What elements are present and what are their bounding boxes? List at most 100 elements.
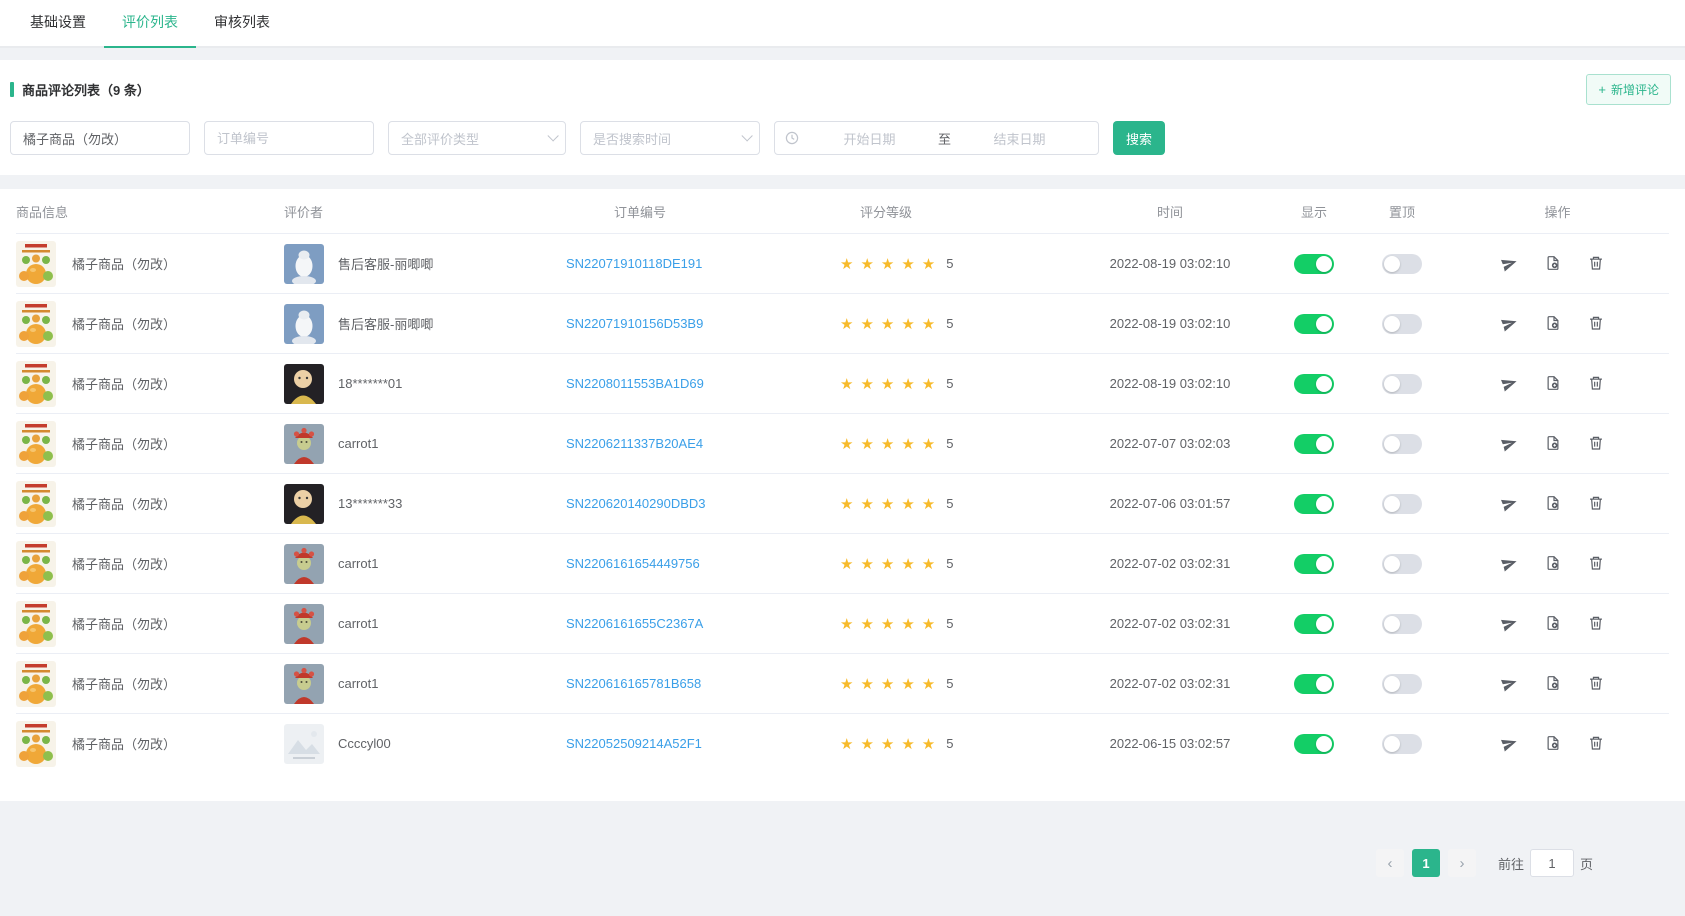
order-number-link[interactable]: SN22071910118DE191 [566, 256, 702, 271]
display-toggle[interactable] [1294, 674, 1334, 694]
product-name: 橘子商品（勿改） [72, 434, 176, 453]
pin-toggle[interactable] [1382, 374, 1422, 394]
sculpture-avatar [284, 244, 324, 284]
order-number-link[interactable]: SN2206211337B20AE4 [566, 436, 703, 451]
delete-icon[interactable] [1588, 315, 1604, 332]
copy-file-icon[interactable] [1545, 675, 1561, 692]
send-icon[interactable] [1501, 555, 1518, 572]
copy-file-icon[interactable] [1545, 495, 1561, 512]
red-crown-avatar [284, 604, 324, 644]
delete-icon[interactable] [1588, 375, 1604, 392]
product-image [16, 421, 56, 467]
table-row: 橘子商品（勿改） 售后客服-丽唧唧 SN22071910118DE191 ★★★… [16, 233, 1669, 293]
table-row: 橘子商品（勿改） carrot1 SN2206161654449756 ★★★★… [16, 533, 1669, 593]
prev-page-button[interactable]: ‹ [1376, 849, 1404, 877]
reviewer-name: 18*******01 [338, 376, 402, 391]
order-number-input[interactable] [204, 121, 374, 155]
search-button[interactable]: 搜索 [1113, 121, 1165, 155]
display-toggle[interactable] [1294, 374, 1334, 394]
pin-toggle[interactable] [1382, 314, 1422, 334]
star-rating-icons: ★★★★★ [840, 735, 942, 753]
order-number-link[interactable]: SN2206161654449756 [566, 556, 700, 571]
star-rating-icons: ★★★★★ [840, 255, 942, 273]
filter-row: 全部评价类型 是否搜索时间 开始日期 至 结束日期 搜索 [10, 121, 1675, 155]
send-icon[interactable] [1501, 675, 1518, 692]
chevron-down-icon [741, 130, 752, 141]
delete-icon[interactable] [1588, 555, 1604, 572]
search-time-value: 是否搜索时间 [593, 129, 671, 148]
search-time-select[interactable]: 是否搜索时间 [580, 121, 760, 155]
goto-page-input[interactable] [1530, 849, 1574, 877]
next-page-button[interactable]: › [1448, 849, 1476, 877]
red-crown-avatar [284, 424, 324, 464]
send-icon[interactable] [1501, 735, 1518, 752]
copy-file-icon[interactable] [1545, 555, 1561, 572]
display-toggle[interactable] [1294, 614, 1334, 634]
delete-icon[interactable] [1588, 435, 1604, 452]
header-display: 显示 [1270, 202, 1358, 221]
pin-toggle[interactable] [1382, 434, 1422, 454]
end-date-placeholder[interactable]: 结束日期 [951, 129, 1088, 148]
order-number-link[interactable]: SN220620140290DBD3 [566, 496, 706, 511]
send-icon[interactable] [1501, 255, 1518, 272]
current-page-button[interactable]: 1 [1412, 849, 1440, 877]
send-icon[interactable] [1501, 315, 1518, 332]
start-date-placeholder[interactable]: 开始日期 [801, 129, 938, 148]
pin-toggle[interactable] [1382, 734, 1422, 754]
review-table: 商品信息 评价者 订单编号 评分等级 时间 显示 置顶 操作 橘子商品（勿改） … [0, 189, 1685, 801]
tab-review-list[interactable]: 评价列表 [104, 12, 196, 48]
add-review-button[interactable]: + 新增评论 [1586, 74, 1671, 105]
display-toggle[interactable] [1294, 494, 1334, 514]
pin-toggle[interactable] [1382, 614, 1422, 634]
delete-icon[interactable] [1588, 495, 1604, 512]
reviewer-name: carrot1 [338, 616, 378, 631]
order-number-link[interactable]: SN220616165781B658 [566, 676, 701, 691]
review-type-select[interactable]: 全部评价类型 [388, 121, 566, 155]
copy-file-icon[interactable] [1545, 735, 1561, 752]
send-icon[interactable] [1501, 615, 1518, 632]
landscape-avatar [284, 724, 324, 764]
order-number-link[interactable]: SN22071910156D53B9 [566, 316, 703, 331]
pin-toggle[interactable] [1382, 254, 1422, 274]
display-toggle[interactable] [1294, 314, 1334, 334]
copy-file-icon[interactable] [1545, 375, 1561, 392]
copy-file-icon[interactable] [1545, 255, 1561, 272]
delete-icon[interactable] [1588, 615, 1604, 632]
display-toggle[interactable] [1294, 554, 1334, 574]
delete-icon[interactable] [1588, 675, 1604, 692]
send-icon[interactable] [1501, 375, 1518, 392]
pin-toggle[interactable] [1382, 674, 1422, 694]
goto-label: 前往 [1498, 854, 1524, 873]
order-number-link[interactable]: SN22052509214A52F1 [566, 736, 702, 751]
order-number-link[interactable]: SN2206161655C2367A [566, 616, 703, 631]
delete-icon[interactable] [1588, 255, 1604, 272]
product-image [16, 241, 56, 287]
product-name: 橘子商品（勿改） [72, 494, 176, 513]
pin-toggle[interactable] [1382, 494, 1422, 514]
delete-icon[interactable] [1588, 735, 1604, 752]
copy-file-icon[interactable] [1545, 435, 1561, 452]
review-time: 2022-07-07 03:02:03 [1110, 436, 1231, 451]
tab-audit-list[interactable]: 审核列表 [196, 12, 288, 48]
review-type-value: 全部评价类型 [401, 129, 479, 148]
display-toggle[interactable] [1294, 254, 1334, 274]
date-range-picker[interactable]: 开始日期 至 结束日期 [774, 121, 1099, 155]
send-icon[interactable] [1501, 495, 1518, 512]
display-toggle[interactable] [1294, 434, 1334, 454]
order-number-link[interactable]: SN2208011553BA1D69 [566, 376, 704, 391]
rating-value: 5 [946, 496, 953, 511]
rating-value: 5 [946, 556, 953, 571]
send-icon[interactable] [1501, 435, 1518, 452]
review-time: 2022-08-19 03:02:10 [1110, 316, 1231, 331]
review-time: 2022-08-19 03:02:10 [1110, 256, 1231, 271]
product-name-input[interactable] [10, 121, 190, 155]
display-toggle[interactable] [1294, 734, 1334, 754]
tab-basic-settings[interactable]: 基础设置 [12, 12, 104, 48]
copy-file-icon[interactable] [1545, 315, 1561, 332]
bald-figure-avatar [284, 364, 324, 404]
copy-file-icon[interactable] [1545, 615, 1561, 632]
star-rating-icons: ★★★★★ [840, 615, 942, 633]
header-product: 商品信息 [16, 202, 284, 221]
pin-toggle[interactable] [1382, 554, 1422, 574]
product-name: 橘子商品（勿改） [72, 674, 176, 693]
